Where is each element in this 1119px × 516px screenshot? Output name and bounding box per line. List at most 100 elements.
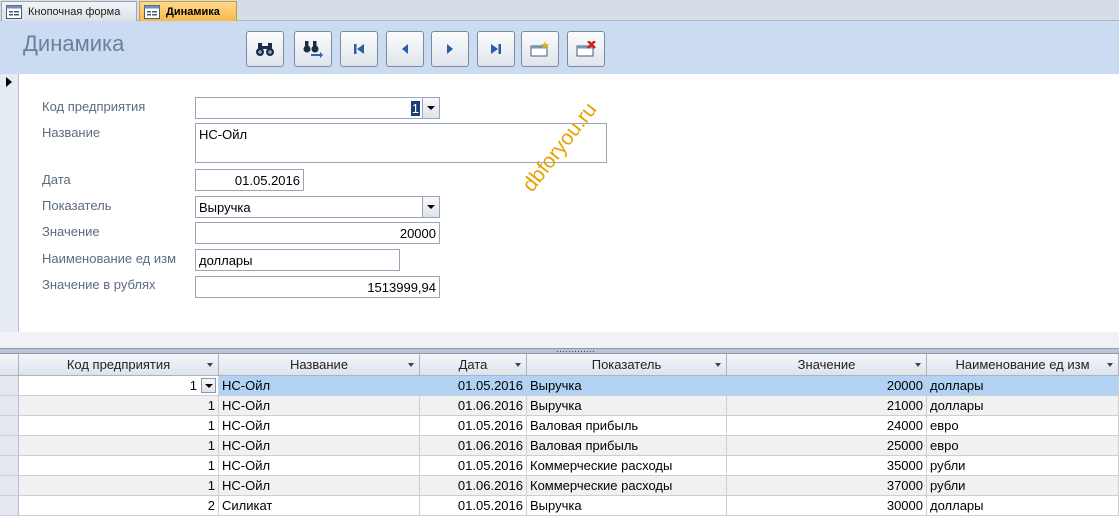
cell-ed-izm[interactable]: рубли: [927, 476, 1119, 496]
row-selector[interactable]: [0, 496, 19, 516]
cell-kod[interactable]: 1: [19, 396, 219, 416]
cell-data[interactable]: 01.05.2016: [420, 496, 527, 516]
cell-data[interactable]: 01.05.2016: [420, 416, 527, 436]
cell-data[interactable]: 01.05.2016: [420, 376, 527, 396]
col-header-znachenie[interactable]: Значение: [727, 354, 927, 376]
sort-caret-icon[interactable]: [715, 363, 721, 367]
cell-nazvanie[interactable]: НС-Ойл: [219, 396, 420, 416]
ed-izm-field[interactable]: доллары: [195, 249, 400, 271]
cell-znachenie[interactable]: 37000: [727, 476, 927, 496]
cell-ed-izm[interactable]: доллары: [927, 396, 1119, 416]
cell-nazvanie[interactable]: НС-Ойл: [219, 456, 420, 476]
cell-text: Валовая прибыль: [530, 418, 639, 433]
next-record-button[interactable]: [431, 31, 469, 67]
sort-caret-icon[interactable]: [1107, 363, 1113, 367]
cell-nazvanie[interactable]: НС-Ойл: [219, 376, 420, 396]
tab-dinamika[interactable]: Динамика: [139, 1, 237, 21]
data-field[interactable]: 01.05.2016: [195, 169, 304, 191]
pokazatel-combobox[interactable]: Выручка: [195, 196, 440, 218]
kod-combobox[interactable]: 1: [195, 97, 440, 119]
cell-nazvanie[interactable]: НС-Ойл: [219, 476, 420, 496]
row-selector[interactable]: [0, 376, 19, 396]
record-selector[interactable]: [0, 74, 19, 332]
tab-knopochnaya-forma[interactable]: Кнопочная форма: [1, 1, 137, 21]
sort-caret-icon[interactable]: [408, 363, 414, 367]
cell-data[interactable]: 01.06.2016: [420, 436, 527, 456]
cell-pokazatel[interactable]: Валовая прибыль: [527, 436, 727, 456]
cell-pokazatel[interactable]: Выручка: [527, 496, 727, 516]
cell-text: евро: [930, 418, 959, 433]
cell-pokazatel[interactable]: Выручка: [527, 376, 727, 396]
cell-text: 01.06.2016: [457, 438, 523, 453]
cell-kod[interactable]: 1: [19, 376, 219, 396]
row-selector[interactable]: [0, 396, 19, 416]
cell-ed-izm[interactable]: доллары: [927, 376, 1119, 396]
cell-znachenie[interactable]: 20000: [727, 376, 927, 396]
sort-caret-icon[interactable]: [915, 363, 921, 367]
row-selector[interactable]: [0, 476, 19, 496]
cell-nazvanie[interactable]: Силикат: [219, 496, 420, 516]
cell-data[interactable]: 01.06.2016: [420, 476, 527, 496]
splitter-grip-icon: [556, 350, 594, 353]
next-record-icon: [443, 42, 457, 56]
cell-text: евро: [930, 438, 959, 453]
cell-nazvanie[interactable]: НС-Ойл: [219, 416, 420, 436]
row-selector[interactable]: [0, 456, 19, 476]
cell-ed-izm[interactable]: евро: [927, 416, 1119, 436]
sort-caret-icon[interactable]: [207, 363, 213, 367]
form-footer-gap: [0, 332, 1119, 348]
cell-text: 01.06.2016: [457, 398, 523, 413]
col-header-data[interactable]: Дата: [420, 354, 527, 376]
select-all-corner[interactable]: [0, 354, 19, 376]
kod-cell-dropdown-button[interactable]: [201, 378, 216, 393]
row-selector[interactable]: [0, 416, 19, 436]
cell-pokazatel[interactable]: Коммерческие расходы: [527, 476, 727, 496]
find-button[interactable]: [246, 31, 284, 67]
find-next-button[interactable]: [294, 31, 332, 67]
cell-data[interactable]: 01.06.2016: [420, 396, 527, 416]
cell-znachenie[interactable]: 35000: [727, 456, 927, 476]
cell-ed-izm[interactable]: рубли: [927, 456, 1119, 476]
cell-kod[interactable]: 1: [19, 456, 219, 476]
find-replace-icon: [302, 40, 324, 58]
prev-record-icon: [398, 42, 412, 56]
cell-ed-izm[interactable]: евро: [927, 436, 1119, 456]
cell-text: 1: [189, 378, 197, 393]
rub-field[interactable]: 1513999,94: [195, 276, 440, 298]
znachenie-field[interactable]: 20000: [195, 222, 440, 244]
cell-text: НС-Ойл: [222, 378, 271, 393]
cell-znachenie[interactable]: 25000: [727, 436, 927, 456]
prev-record-button[interactable]: [386, 31, 424, 67]
new-record-button[interactable]: [521, 31, 559, 67]
cell-znachenie[interactable]: 30000: [727, 496, 927, 516]
col-header-ed-izm[interactable]: Наименование ед изм: [927, 354, 1119, 376]
cell-nazvanie[interactable]: НС-Ойл: [219, 436, 420, 456]
cell-kod[interactable]: 1: [19, 416, 219, 436]
row-selector[interactable]: [0, 436, 19, 456]
delete-record-button[interactable]: [567, 31, 605, 67]
kod-dropdown-button[interactable]: [422, 98, 439, 118]
cell-znachenie[interactable]: 24000: [727, 416, 927, 436]
col-header-kod[interactable]: Код предприятия: [19, 354, 219, 376]
cell-text: НС-Ойл: [222, 458, 271, 473]
first-record-icon: [352, 42, 366, 56]
cell-pokazatel[interactable]: Валовая прибыль: [527, 416, 727, 436]
cell-kod[interactable]: 2: [19, 496, 219, 516]
cell-data[interactable]: 01.05.2016: [420, 456, 527, 476]
cell-text: 21000: [886, 398, 923, 413]
cell-pokazatel[interactable]: Выручка: [527, 396, 727, 416]
pokazatel-dropdown-button[interactable]: [422, 197, 439, 217]
cell-pokazatel[interactable]: Коммерческие расходы: [527, 456, 727, 476]
col-header-nazvanie[interactable]: Название: [219, 354, 420, 376]
rub-label: Значение в рублях: [42, 277, 156, 292]
sort-caret-icon[interactable]: [515, 363, 521, 367]
cell-znachenie[interactable]: 21000: [727, 396, 927, 416]
first-record-button[interactable]: [340, 31, 378, 67]
cell-ed-izm[interactable]: доллары: [927, 496, 1119, 516]
cell-text: 1: [207, 398, 215, 413]
cell-kod[interactable]: 1: [19, 436, 219, 456]
col-header-pokazatel[interactable]: Показатель: [527, 354, 727, 376]
col-header-label: Значение: [797, 357, 856, 372]
last-record-button[interactable]: [477, 31, 515, 67]
cell-kod[interactable]: 1: [19, 476, 219, 496]
